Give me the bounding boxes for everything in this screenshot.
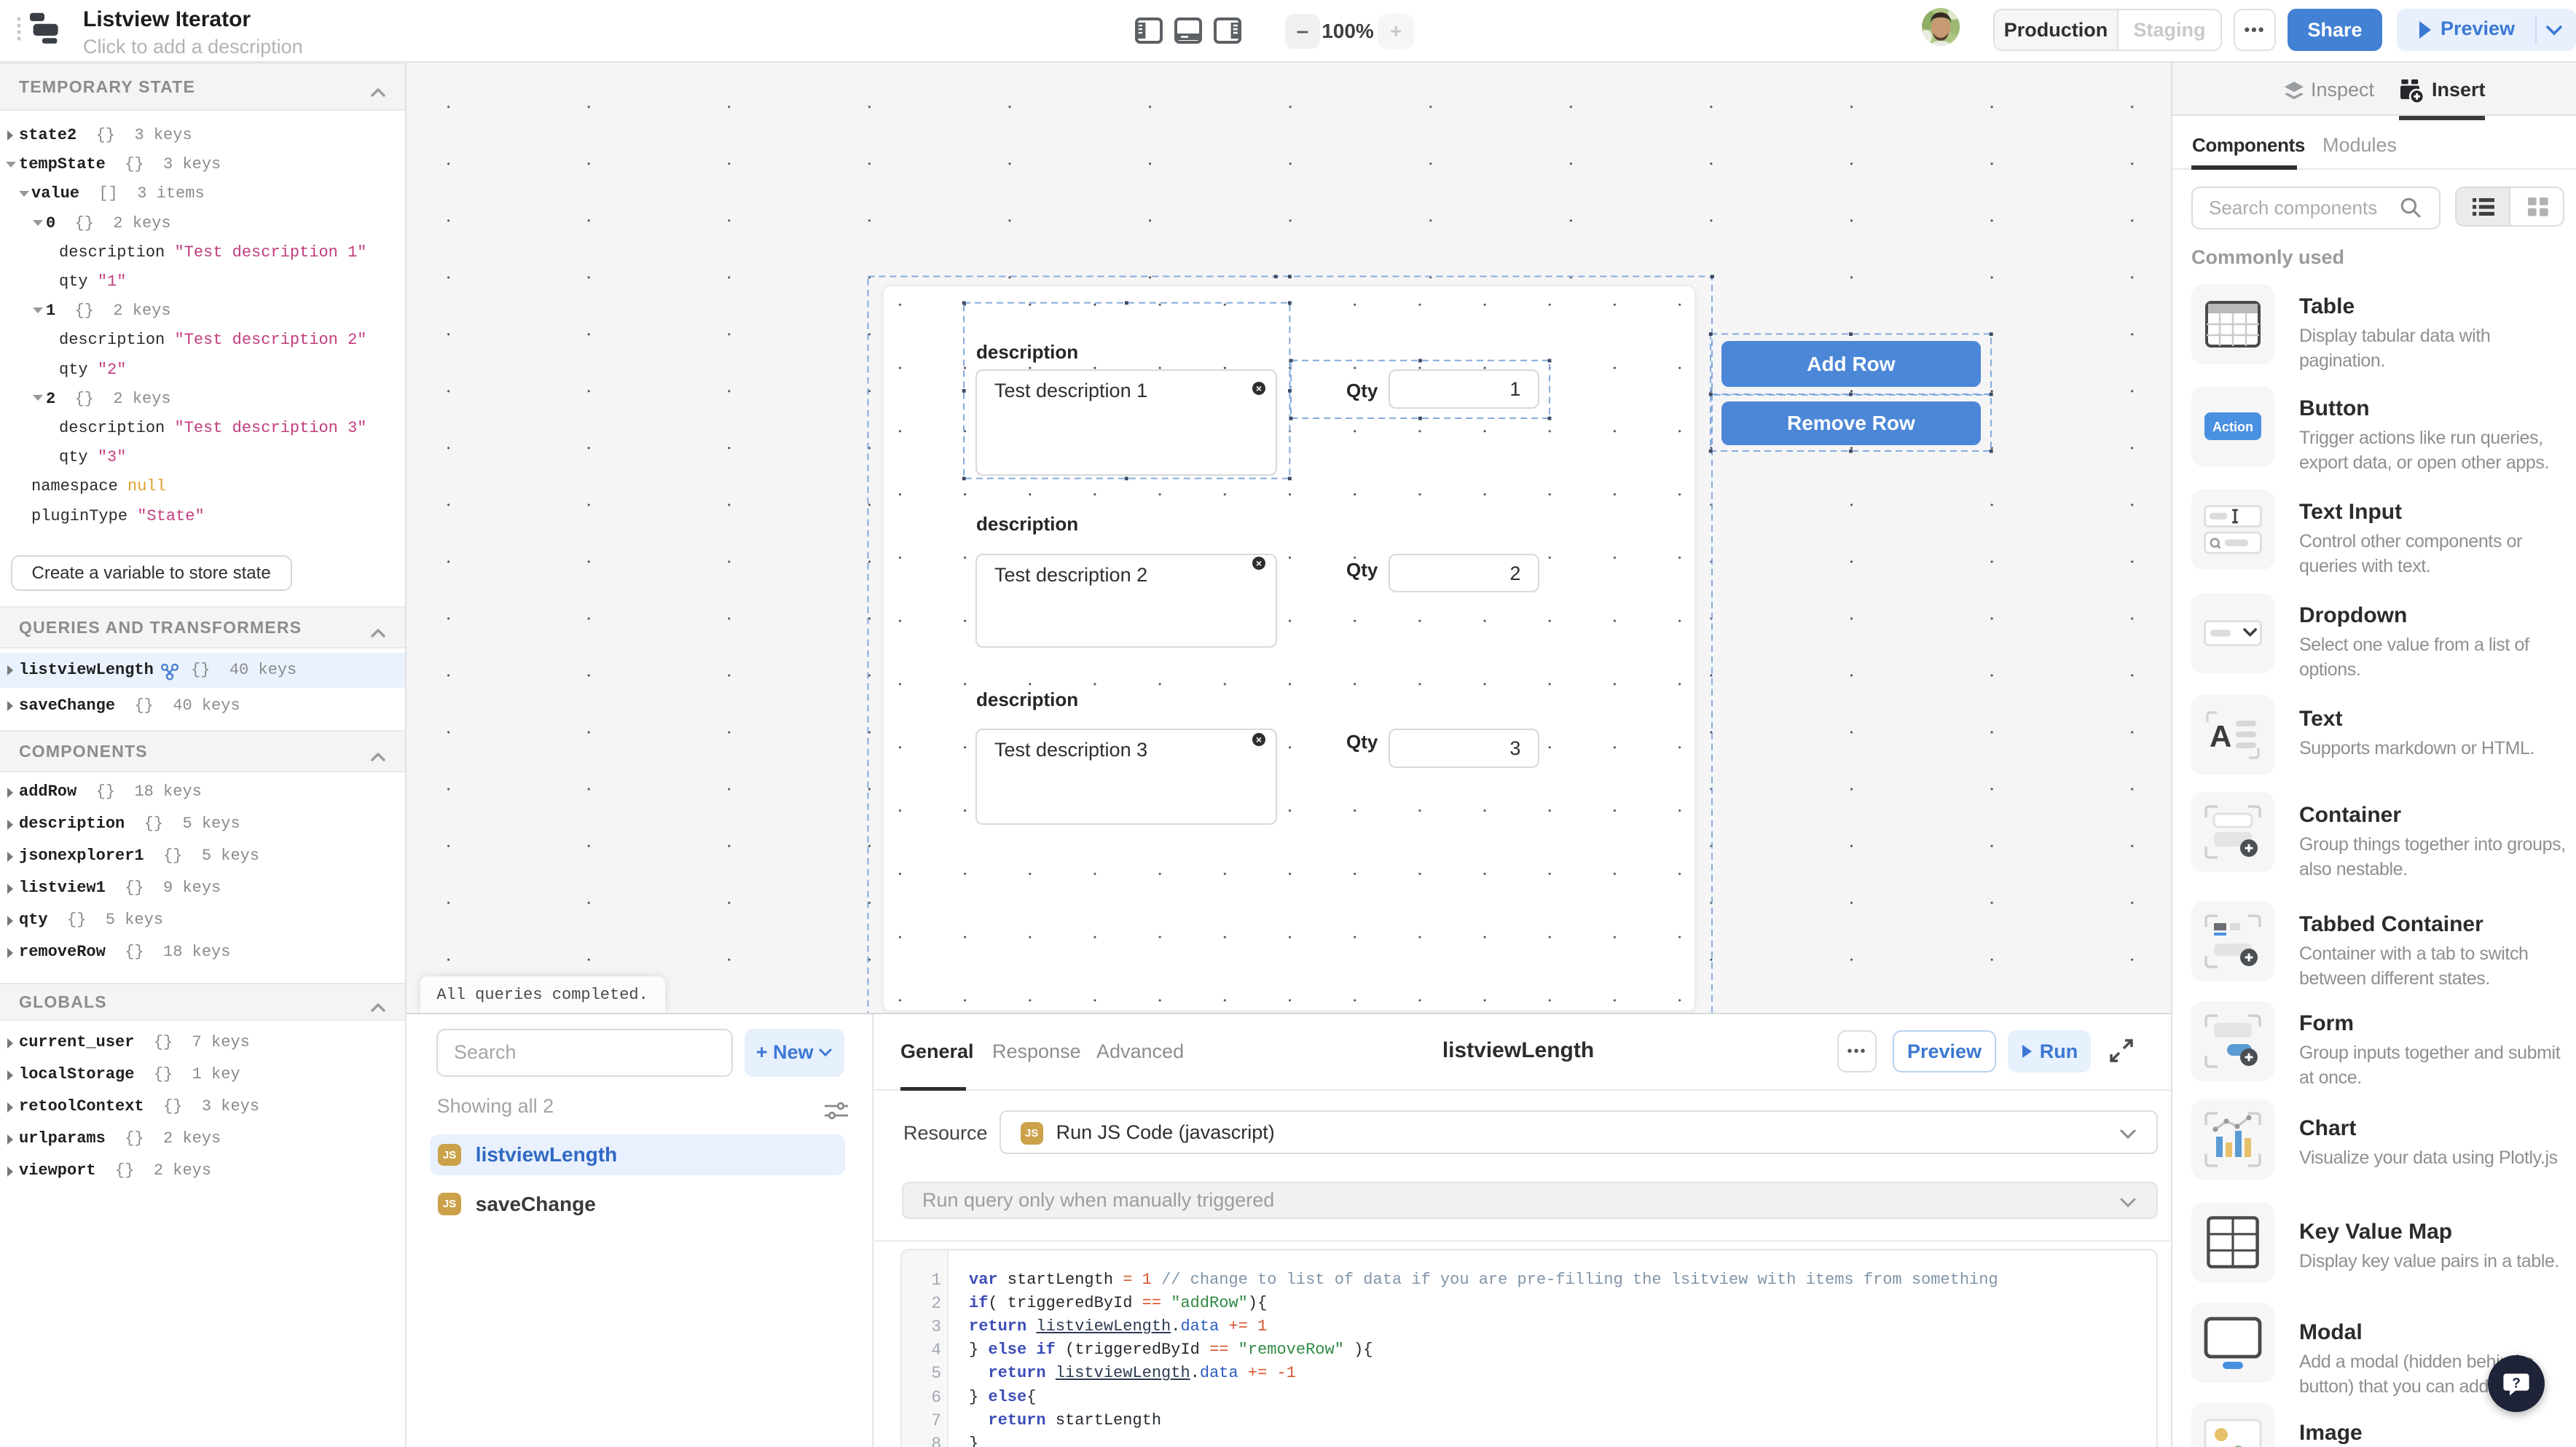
svg-text:?: ? [2512,1376,2521,1392]
svg-text:A: A [2210,719,2231,753]
svg-text:Action: Action [2212,420,2253,434]
